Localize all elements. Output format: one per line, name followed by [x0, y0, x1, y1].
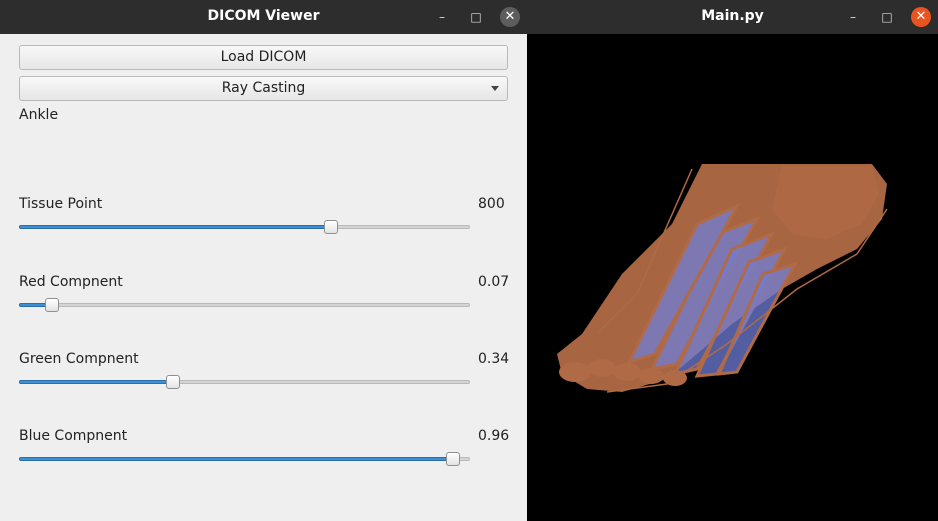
minimize-button[interactable]: – — [843, 7, 863, 27]
dicom-viewer-window: DICOM Viewer – □ ✕ Load DICOM Ray Castin… — [0, 0, 527, 521]
slider-fill — [19, 380, 172, 384]
close-button[interactable]: ✕ — [500, 7, 520, 27]
tissue-point-slider[interactable] — [19, 220, 470, 234]
title-bar[interactable]: DICOM Viewer – □ ✕ — [0, 0, 527, 34]
red-component-slider[interactable] — [19, 298, 470, 312]
slider-groove — [19, 303, 470, 307]
maximize-button[interactable]: □ — [877, 7, 897, 27]
volume-render-view[interactable] — [527, 34, 938, 521]
green-component-label: Green Compnent — [19, 351, 139, 367]
title-bar[interactable]: Main.py – □ ✕ — [527, 0, 938, 34]
slider-handle[interactable] — [324, 220, 338, 234]
slider-handle[interactable] — [166, 375, 180, 389]
dataset-label: Ankle — [19, 107, 59, 123]
blue-component-slider[interactable] — [19, 452, 470, 466]
close-button[interactable]: ✕ — [911, 7, 931, 27]
maximize-button[interactable]: □ — [466, 7, 486, 27]
red-component-label: Red Compnent — [19, 274, 123, 290]
slider-fill — [19, 457, 452, 461]
blue-component-label: Blue Compnent — [19, 428, 128, 444]
minimize-button[interactable]: – — [432, 7, 452, 27]
slider-handle[interactable] — [45, 298, 59, 312]
blue-component-value: 0.96 — [478, 428, 510, 444]
render-mode-selected: Ray Casting — [221, 80, 306, 96]
green-component-slider[interactable] — [19, 375, 470, 389]
red-component-value: 0.07 — [478, 274, 510, 290]
slider-handle[interactable] — [446, 452, 460, 466]
render-mode-dropdown[interactable]: Ray Casting — [19, 76, 508, 101]
tissue-point-value: 800 — [478, 196, 505, 212]
green-component-value: 0.34 — [478, 351, 510, 367]
tissue-point-label: Tissue Point — [19, 196, 103, 212]
render-window: Main.py – □ ✕ — [527, 0, 938, 521]
load-dicom-button[interactable]: Load DICOM — [19, 45, 508, 70]
slider-fill — [19, 225, 330, 229]
chevron-down-icon — [491, 86, 499, 91]
